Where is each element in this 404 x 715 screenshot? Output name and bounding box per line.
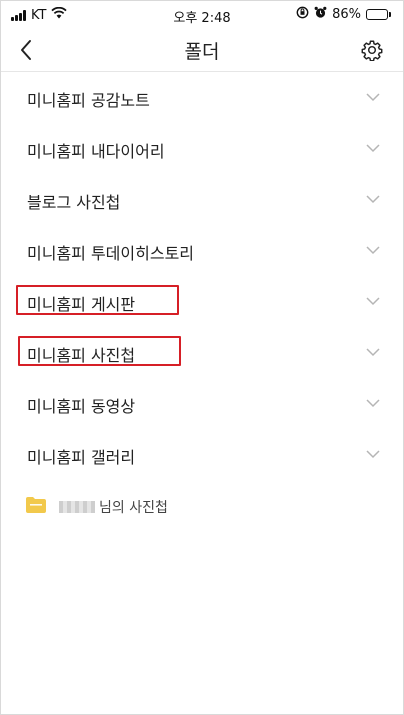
battery-icon xyxy=(366,9,391,20)
blurred-username xyxy=(59,501,95,513)
orientation-lock-icon xyxy=(296,6,309,23)
folder-label: 미니홈피 투데이히스토리 xyxy=(27,244,195,263)
chevron-down-icon[interactable] xyxy=(365,344,381,360)
battery-percent: 86% xyxy=(332,7,361,22)
folder-row-board[interactable]: 미니홈피 게시판 xyxy=(1,276,403,327)
folder-icon xyxy=(26,497,46,513)
folder-row-blog-album[interactable]: 블로그 사진첩 xyxy=(1,174,403,225)
folder-label: 미니홈피 갤러리 xyxy=(27,448,136,467)
folder-list: 미니홈피 공감노트 미니홈피 내다이어리 블로그 사진첩 미니홈피 투데이히스토… xyxy=(1,72,403,480)
folder-label: 미니홈피 공감노트 xyxy=(27,91,150,110)
app-frame: KT 오후 2:48 86% 폴더 미니홈피 공감노트 미니홈피 내다이어리 블… xyxy=(0,0,404,715)
folder-label: 미니홈피 내다이어리 xyxy=(27,142,165,161)
chevron-down-icon[interactable] xyxy=(365,191,381,207)
settings-button[interactable] xyxy=(357,35,387,65)
folder-row-video[interactable]: 미니홈피 동영상 xyxy=(1,378,403,429)
folder-row-photo-album[interactable]: 미니홈피 사진첩 xyxy=(1,327,403,378)
user-album-label: 님의 사진첩 xyxy=(99,500,168,516)
chevron-down-icon[interactable] xyxy=(365,395,381,411)
folder-row-gallery[interactable]: 미니홈피 갤러리 xyxy=(1,429,403,480)
chevron-down-icon[interactable] xyxy=(365,242,381,258)
chevron-down-icon[interactable] xyxy=(365,89,381,105)
chevron-down-icon[interactable] xyxy=(365,293,381,309)
nav-header: 폴더 xyxy=(1,29,403,72)
folder-row-my-diary[interactable]: 미니홈피 내다이어리 xyxy=(1,123,403,174)
status-bar: KT 오후 2:48 86% xyxy=(1,1,403,29)
folder-row-gonggam-note[interactable]: 미니홈피 공감노트 xyxy=(1,72,403,123)
folder-label: 블로그 사진첩 xyxy=(27,193,121,212)
alarm-icon xyxy=(314,6,327,23)
page-title: 폴더 xyxy=(184,41,220,63)
chevron-down-icon[interactable] xyxy=(365,446,381,462)
folder-label: 미니홈피 게시판 xyxy=(27,295,136,314)
folder-label: 미니홈피 동영상 xyxy=(27,397,136,416)
user-album-row[interactable]: 님의 사진첩 xyxy=(1,489,403,523)
gear-icon xyxy=(361,40,383,61)
chevron-down-icon[interactable] xyxy=(365,140,381,156)
status-right: 86% xyxy=(296,6,391,23)
folder-label: 미니홈피 사진첩 xyxy=(27,346,136,365)
folder-row-today-history[interactable]: 미니홈피 투데이히스토리 xyxy=(1,225,403,276)
